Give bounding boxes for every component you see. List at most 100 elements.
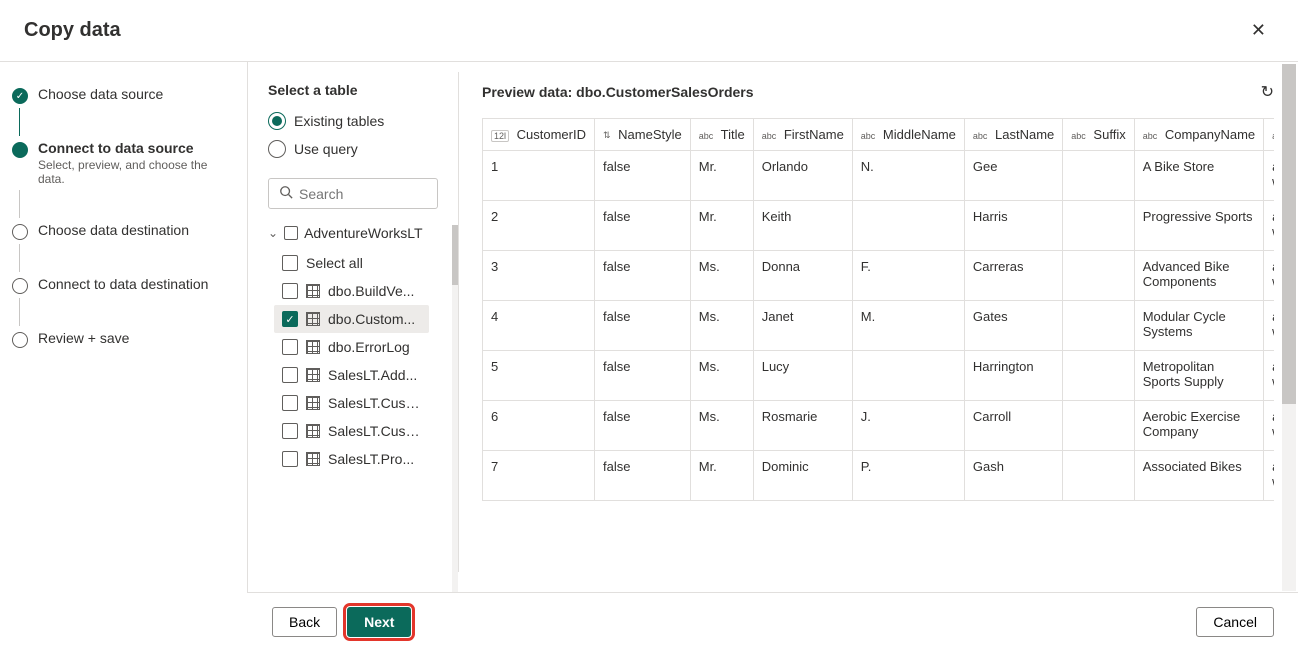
tree-table-item[interactable]: SalesLT.Pro...	[274, 445, 429, 473]
table-header-row: 12l CustomerID⇅ NameStyleabc Titleabc Fi…	[483, 119, 1274, 151]
tree-table-label: dbo.Custom...	[328, 311, 415, 327]
table-cell: false	[594, 151, 690, 201]
tree-table-item[interactable]: dbo.ErrorLog	[274, 333, 429, 361]
dialog-title: Copy data	[24, 19, 121, 42]
table-cell: Harris	[964, 201, 1062, 251]
tree-table-label: dbo.ErrorLog	[328, 339, 410, 355]
table-cell: adventure-works\jillian0	[1264, 301, 1274, 351]
tree-table-item[interactable]: SalesLT.Add...	[274, 361, 429, 389]
checkbox-icon[interactable]	[282, 367, 298, 383]
nav-step-connect-dest[interactable]: Connect to data destination	[12, 276, 235, 294]
table-cell: 1	[483, 151, 594, 201]
column-header[interactable]: 12l CustomerID	[483, 119, 594, 151]
search-input-wrapper[interactable]	[268, 178, 438, 209]
radio-use-query[interactable]: Use query	[268, 140, 458, 158]
column-header[interactable]: abc SalesPerson	[1264, 119, 1274, 151]
table-cell: Ms.	[690, 301, 753, 351]
chevron-down-icon: ⌄	[268, 226, 278, 240]
nav-step-choose-dest[interactable]: Choose data destination	[12, 222, 235, 240]
column-header[interactable]: abc MiddleName	[852, 119, 964, 151]
table-cell	[852, 201, 964, 251]
checkbox-icon[interactable]	[282, 283, 298, 299]
table-cell	[1063, 151, 1134, 201]
tree-table-label: SalesLT.Cust...	[328, 423, 421, 439]
table-row[interactable]: 5falseMs.LucyHarringtonMetropolitan Spor…	[483, 351, 1274, 401]
scrollbar-thumb[interactable]	[1282, 64, 1296, 404]
tree-table-label: SalesLT.Pro...	[328, 451, 414, 467]
tree-table-label: SalesLT.Add...	[328, 367, 417, 383]
tree-select-all[interactable]: Select all	[274, 249, 429, 277]
table-cell	[1063, 451, 1134, 501]
connector	[19, 190, 20, 218]
todo-step-icon	[12, 224, 28, 240]
column-header[interactable]: abc FirstName	[753, 119, 852, 151]
table-cell: Donna	[753, 251, 852, 301]
column-header[interactable]: abc CompanyName	[1134, 119, 1263, 151]
page-scrollbar[interactable]	[1282, 64, 1296, 591]
table-cell: false	[594, 451, 690, 501]
checkbox-icon[interactable]	[282, 395, 298, 411]
table-tree: ⌄ AdventureWorksLT Select all dbo.BuildV…	[268, 225, 458, 593]
table-cell: M.	[852, 301, 964, 351]
table-cell: adventure-works\shu0	[1264, 451, 1274, 501]
table-row[interactable]: 4falseMs.JanetM.GatesModular Cycle Syste…	[483, 301, 1274, 351]
todo-step-icon	[12, 332, 28, 348]
table-row[interactable]: 7falseMr.DominicP.GashAssociated Bikesad…	[483, 451, 1274, 501]
table-cell: Mr.	[690, 201, 753, 251]
column-header[interactable]: abc Suffix	[1063, 119, 1134, 151]
next-button[interactable]: Next	[347, 607, 411, 637]
table-cell	[1063, 251, 1134, 301]
table-cell: P.	[852, 451, 964, 501]
column-header[interactable]: abc LastName	[964, 119, 1062, 151]
table-cell: 5	[483, 351, 594, 401]
preview-panel: Preview data: dbo.CustomerSalesOrders ↻ …	[458, 62, 1298, 593]
table-cell: Progressive Sports	[1134, 201, 1263, 251]
tree-table-item[interactable]: SalesLT.Cust...	[274, 389, 429, 417]
tree-database-node[interactable]: ⌄ AdventureWorksLT	[268, 225, 458, 241]
table-cell	[852, 351, 964, 401]
search-input[interactable]	[299, 186, 427, 202]
table-cell: 2	[483, 201, 594, 251]
back-button[interactable]: Back	[272, 607, 337, 637]
table-cell: Gates	[964, 301, 1062, 351]
table-cell: Dominic	[753, 451, 852, 501]
preview-title: Preview data: dbo.CustomerSalesOrders	[482, 84, 754, 100]
table-cell: J.	[852, 401, 964, 451]
tree-table-item[interactable]: dbo.BuildVe...	[274, 277, 429, 305]
active-step-icon	[12, 142, 28, 158]
table-cell: adventure-works\pamela0	[1264, 151, 1274, 201]
checkbox-icon[interactable]: ✓	[282, 311, 298, 327]
table-icon	[306, 396, 320, 410]
close-icon[interactable]: ✕	[1243, 16, 1274, 45]
table-row[interactable]: 6falseMs.RosmarieJ.CarrollAerobic Exerci…	[483, 401, 1274, 451]
select-table-title: Select a table	[268, 82, 458, 98]
nav-step-choose-source[interactable]: ✓ Choose data source	[12, 86, 235, 104]
connector	[19, 108, 20, 136]
table-cell: Ms.	[690, 401, 753, 451]
table-cell	[1063, 301, 1134, 351]
tree-table-item[interactable]: ✓ dbo.Custom...	[274, 305, 429, 333]
dialog-header: Copy data ✕	[0, 0, 1298, 62]
refresh-icon[interactable]: ↻	[1261, 82, 1274, 102]
table-row[interactable]: 3falseMs.DonnaF.CarrerasAdvanced Bike Co…	[483, 251, 1274, 301]
checkbox-icon[interactable]	[282, 451, 298, 467]
column-header[interactable]: abc Title	[690, 119, 753, 151]
checkbox-icon[interactable]	[282, 339, 298, 355]
table-row[interactable]: 1falseMr.OrlandoN.GeeA Bike Storeadventu…	[483, 151, 1274, 201]
table-cell: false	[594, 401, 690, 451]
table-cell: F.	[852, 251, 964, 301]
nav-step-review[interactable]: Review + save	[12, 330, 235, 348]
table-cell: false	[594, 351, 690, 401]
checkbox-icon[interactable]	[282, 255, 298, 271]
cancel-button[interactable]: Cancel	[1196, 607, 1274, 637]
table-cell: 7	[483, 451, 594, 501]
tree-table-item[interactable]: SalesLT.Cust...	[274, 417, 429, 445]
database-icon	[284, 226, 298, 240]
table-cell: Gee	[964, 151, 1062, 201]
radio-existing-tables[interactable]: Existing tables	[268, 112, 458, 130]
table-row[interactable]: 2falseMr.KeithHarrisProgressive Sportsad…	[483, 201, 1274, 251]
column-header[interactable]: ⇅ NameStyle	[594, 119, 690, 151]
table-icon	[306, 340, 320, 354]
checkbox-icon[interactable]	[282, 423, 298, 439]
nav-step-connect-source[interactable]: Connect to data source Select, preview, …	[12, 140, 235, 186]
